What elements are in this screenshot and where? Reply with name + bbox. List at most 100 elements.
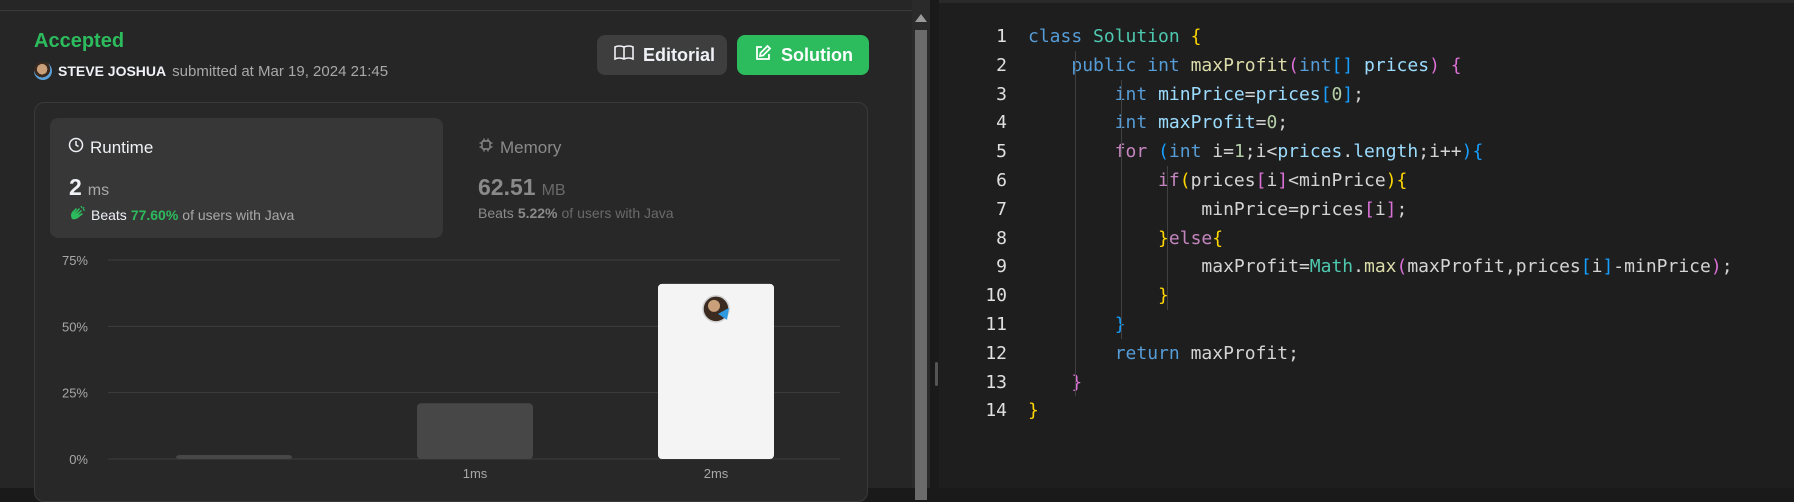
line-number: 13 — [985, 371, 1007, 393]
chart-x-tick-label: 2ms — [704, 466, 729, 481]
pane-divider[interactable] — [930, 0, 939, 488]
code-token: ; — [1244, 141, 1256, 163]
code-token: int — [1298, 54, 1332, 76]
indent-guide — [1167, 166, 1168, 310]
chart-bar[interactable] — [417, 403, 533, 459]
user-marker-avatar-face — [708, 299, 720, 312]
code-text: int maxProfit=0; — [1028, 108, 1288, 137]
code-token: maxProfit — [1158, 112, 1256, 134]
code-token: } — [1071, 371, 1083, 393]
code-token: prices — [1515, 256, 1581, 278]
code-line[interactable]: 9 maxProfit=Math.max(maxProfit,prices[i]… — [939, 252, 1732, 281]
code-token: maxProfit — [1190, 342, 1289, 364]
line-number: 7 — [996, 198, 1007, 220]
code-text: class Solution { — [1028, 22, 1201, 51]
code-token: + — [1439, 141, 1451, 163]
code-line[interactable]: 5 for (int i=1;i<prices.length;i++){ — [939, 137, 1483, 166]
line-number: 1 — [996, 26, 1007, 47]
code-token: return — [1114, 342, 1180, 364]
code-token: int — [1168, 141, 1202, 163]
line-number: 14 — [985, 400, 1007, 422]
code-line[interactable]: 6 if(prices[i]<minPrice){ — [939, 166, 1407, 195]
code-token: < — [1266, 141, 1278, 163]
editor-top-border — [939, 0, 1794, 3]
indent-guide — [1075, 50, 1076, 397]
line-number: 9 — [996, 256, 1007, 278]
code-token: i — [1591, 256, 1603, 278]
code-token: - — [1613, 256, 1625, 278]
code-line[interactable]: 2 public int maxProfit(int[] prices) { — [939, 51, 1461, 80]
code-text: return maxProfit; — [1028, 339, 1299, 368]
pane-resize-handle[interactable] — [935, 362, 938, 386]
code-token: , — [1504, 256, 1516, 278]
code-text: for (int i=1;i<prices.length;i++){ — [1028, 137, 1484, 166]
code-text: maxProfit=Math.max(maxProfit,prices[i]-m… — [1028, 252, 1732, 281]
code-token: . — [1353, 256, 1364, 278]
code-token: ; — [1396, 198, 1408, 220]
code-line[interactable]: 13 } — [939, 368, 1082, 397]
code-line[interactable]: 7 minPrice=prices[i]; — [939, 195, 1407, 224]
chart-y-tick-label: 50% — [62, 319, 88, 334]
code-token: ) — [1461, 141, 1473, 163]
code-token: maxProfit — [1190, 54, 1289, 76]
code-line[interactable]: 10 } — [939, 281, 1169, 310]
code-token: minPrice — [1624, 256, 1711, 278]
code-token: class — [1028, 26, 1083, 47]
code-token: i — [1255, 141, 1267, 163]
line-number: 3 — [996, 83, 1007, 105]
chart-x-tick-label: 1ms — [463, 466, 488, 481]
code-token: = — [1288, 198, 1299, 220]
code-token: ; — [1288, 342, 1299, 364]
code-token: [ — [1255, 170, 1267, 191]
code-token: ; — [1353, 83, 1365, 105]
code-token: ] — [1342, 54, 1354, 76]
code-token: Solution — [1093, 26, 1180, 47]
code-line[interactable]: 12 return maxProfit; — [939, 339, 1299, 368]
code-text: } — [1028, 310, 1126, 339]
code-token: ( — [1396, 256, 1408, 278]
code-line[interactable]: 3 int minPrice=prices[0]; — [939, 80, 1364, 109]
code-token: if — [1158, 170, 1180, 191]
code-token: = — [1255, 112, 1267, 134]
code-token: maxProfit — [1201, 256, 1299, 278]
code-token: } — [1028, 400, 1039, 422]
line-number: 11 — [985, 314, 1007, 335]
chart-bar[interactable] — [176, 455, 292, 459]
code-token: length — [1353, 141, 1419, 163]
code-token: ( — [1288, 54, 1299, 76]
code-line[interactable]: 8 }else{ — [939, 224, 1223, 253]
code-line[interactable]: 11 } — [939, 310, 1125, 339]
panel-scrollbar-thumb[interactable] — [915, 30, 927, 500]
code-token: prices — [1277, 141, 1343, 163]
code-line[interactable]: 14} — [939, 396, 1039, 425]
code-token: = — [1298, 256, 1310, 278]
code-token: minPrice — [1158, 83, 1245, 105]
scroll-up-arrow-icon[interactable] — [915, 14, 927, 22]
code-token: { — [1450, 54, 1462, 76]
code-line[interactable]: 1 class Solution { — [939, 22, 1201, 51]
code-token: prices — [1255, 83, 1321, 105]
line-number: 12 — [985, 342, 1007, 364]
code-token: ) — [1429, 54, 1440, 76]
code-token: ; — [1418, 141, 1430, 163]
line-number: 5 — [996, 141, 1007, 163]
code-line[interactable]: 4 int maxProfit=0; — [939, 108, 1288, 137]
code-token: Math — [1309, 256, 1354, 278]
code-token: i — [1429, 141, 1440, 163]
line-number: 8 — [996, 227, 1007, 249]
code-token: ) — [1385, 170, 1397, 191]
code-token: i — [1212, 141, 1224, 163]
